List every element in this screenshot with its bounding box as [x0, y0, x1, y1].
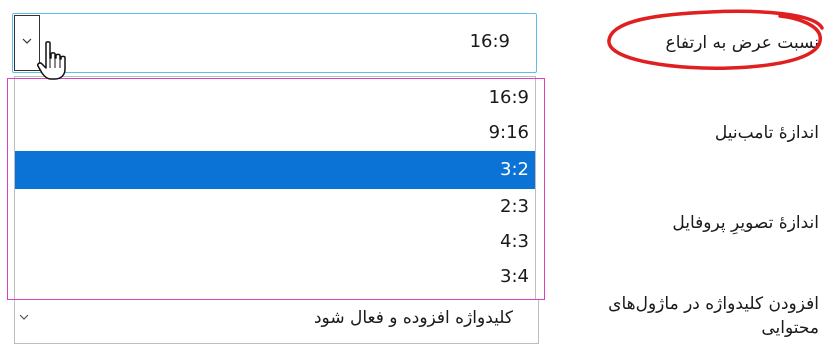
- option-3-4[interactable]: 3:4: [15, 260, 535, 294]
- option-9-16[interactable]: 9:16: [15, 116, 535, 150]
- option-2-3[interactable]: 2:3: [15, 190, 535, 224]
- option-3-2[interactable]: 3:2: [15, 151, 535, 189]
- thumbnail-size-label: اندازهٔ تامب‌نیل: [714, 123, 819, 143]
- hand-pointer-icon: [37, 41, 66, 80]
- chevron-down-icon: [22, 38, 32, 44]
- option-16-9[interactable]: 16:9: [15, 81, 535, 115]
- profile-image-size-label: اندازهٔ تصویرِ پروفایل: [672, 213, 819, 233]
- option-4-3[interactable]: 4:3: [15, 225, 535, 259]
- selected-value: 16:9: [469, 31, 510, 52]
- chevron-down-icon: [19, 314, 29, 320]
- annotation-ellipse: [607, 9, 824, 71]
- aspect-ratio-options[interactable]: 16:9 9:16 3:2 2:3 4:3 3:4: [14, 76, 536, 301]
- keyword-in-modules-label: افزودن کلیدواژه در ماژول‌های محتوایی: [608, 294, 819, 338]
- keyword-select[interactable]: کلیدواژه افزوده و فعال شود: [14, 300, 539, 344]
- aspect-ratio-select[interactable]: 16:9: [12, 13, 537, 73]
- keyword-select-value: کلیدواژه افزوده و فعال شود: [313, 308, 513, 328]
